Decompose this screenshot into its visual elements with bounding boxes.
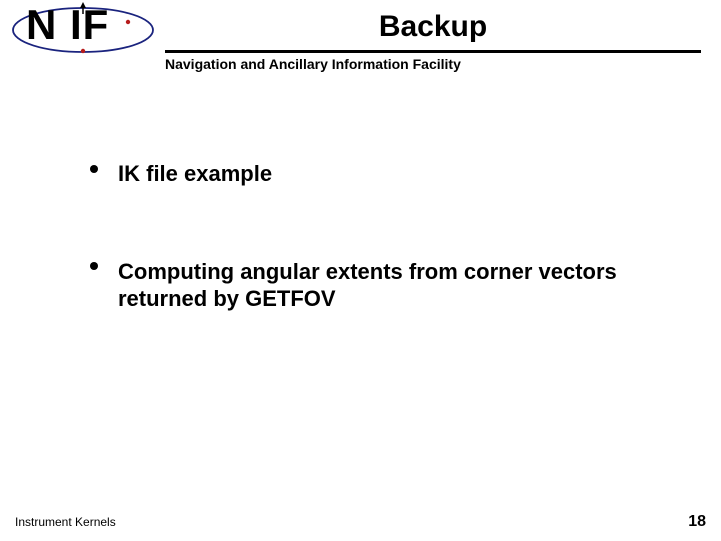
logo-text: N IF [26, 4, 109, 46]
footer-left: Instrument Kernels [15, 515, 116, 529]
page-number: 18 [688, 513, 706, 531]
bullet-text: Computing angular extents from corner ve… [118, 258, 661, 313]
bullet-dot-icon [90, 262, 98, 270]
naif-logo: N IF [8, 2, 158, 62]
slide: N IF Backup Navigation and Ancillary Inf… [0, 0, 721, 541]
bullet-text: IK file example [118, 160, 661, 188]
bullet-item: Computing angular extents from corner ve… [90, 258, 661, 313]
page-title: Backup [165, 10, 701, 44]
bullet-dot-icon [90, 165, 98, 173]
bullet-item: IK file example [90, 160, 661, 188]
title-underline [165, 50, 701, 53]
content-area: IK file example Computing angular extent… [90, 160, 661, 383]
subtitle: Navigation and Ancillary Information Fac… [165, 56, 701, 72]
